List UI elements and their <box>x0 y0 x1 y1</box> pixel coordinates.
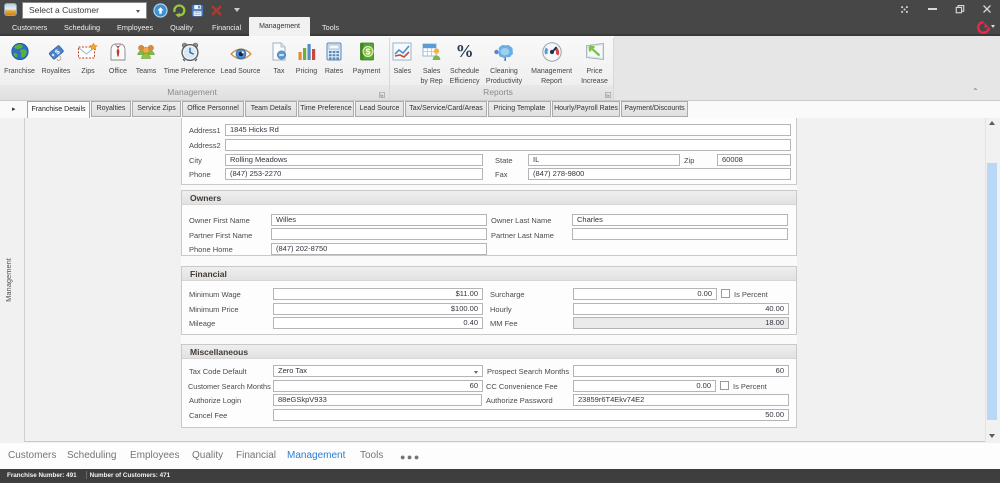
svg-text:$: $ <box>365 47 370 57</box>
